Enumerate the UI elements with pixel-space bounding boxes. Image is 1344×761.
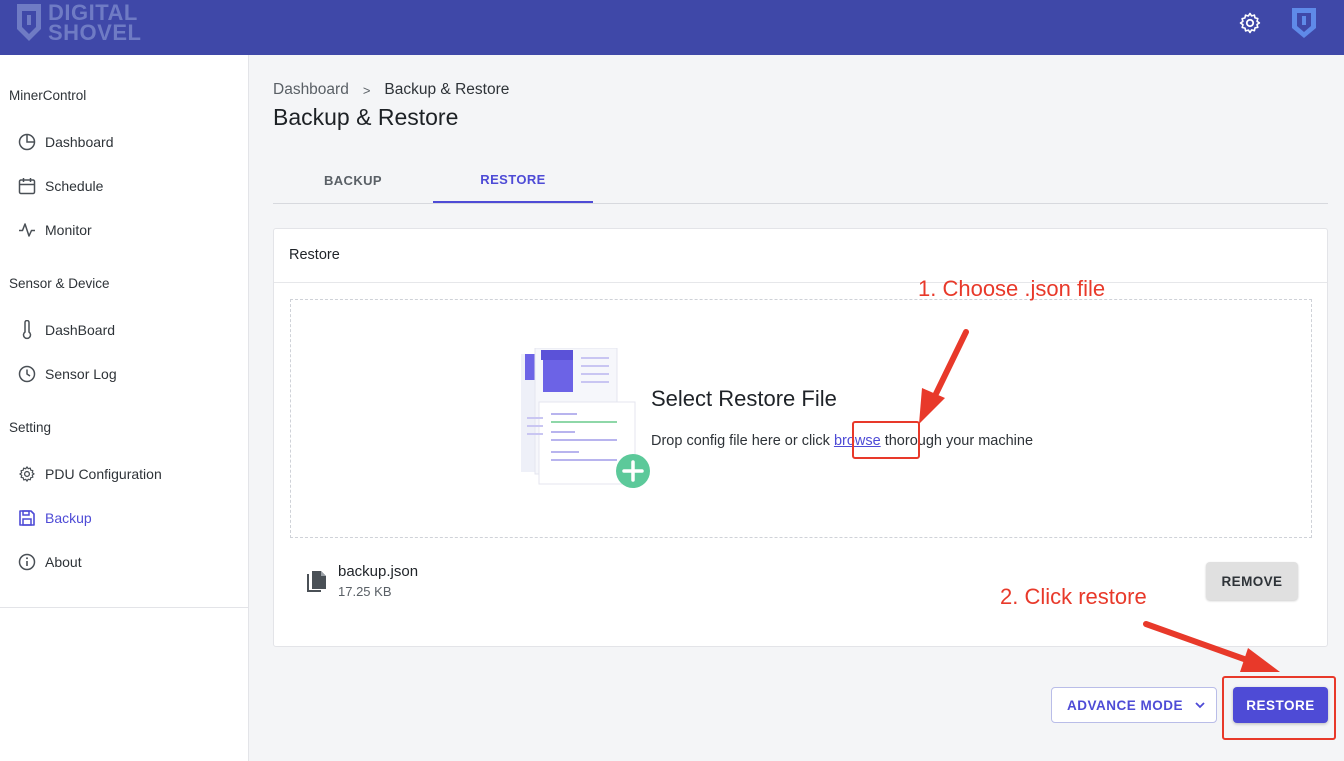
info-icon <box>17 552 37 572</box>
file-copy-icon <box>307 571 326 592</box>
sidebar: MinerControl Dashboard Schedule Monitor … <box>0 55 249 761</box>
page-title: Backup & Restore <box>273 104 459 130</box>
advance-mode-label: ADVANCE MODE <box>1067 697 1184 713</box>
breadcrumb-link-dashboard[interactable]: Dashboard <box>273 81 349 99</box>
restore-card: Restore Select Restore File Drop config … <box>273 228 1328 647</box>
selected-file-item: backup.json 17.25 KB <box>306 561 418 599</box>
brand-name: DIGITAL SHOVEL <box>48 2 142 45</box>
sidebar-item-sensor-log[interactable]: Sensor Log <box>17 362 117 386</box>
breadcrumb: Dashboard > Backup & Restore <box>273 81 509 99</box>
sidebar-item-about[interactable]: About <box>17 550 82 574</box>
clock-icon <box>17 364 37 384</box>
gear-icon[interactable] <box>1238 11 1262 35</box>
sidebar-section-minercontrol: MinerControl <box>9 88 87 103</box>
card-header: Restore <box>274 229 1327 283</box>
dropzone-text-before: Drop config file here or click <box>651 433 834 449</box>
sidebar-item-label: About <box>45 554 82 570</box>
remove-file-button[interactable]: REMOVE <box>1206 562 1298 600</box>
brand-name-line2: SHOVEL <box>48 20 142 45</box>
thermometer-icon <box>17 320 37 340</box>
sidebar-item-label: Schedule <box>45 178 104 194</box>
upload-files-illustration-icon <box>521 348 650 488</box>
file-size: 17.25 KB <box>338 584 392 599</box>
sidebar-item-monitor[interactable]: Monitor <box>17 218 92 242</box>
tab-bar: BACKUP RESTORE <box>273 157 1328 204</box>
sidebar-item-sensor-dashboard[interactable]: DashBoard <box>17 318 115 342</box>
file-dropzone[interactable]: Select Restore File Drop config file her… <box>290 299 1312 538</box>
sidebar-item-label: Backup <box>45 510 92 526</box>
sidebar-divider <box>0 607 248 608</box>
brand-logo[interactable]: DIGITAL SHOVEL <box>16 2 142 45</box>
sidebar-item-label: Sensor Log <box>45 366 117 382</box>
file-name: backup.json <box>338 563 419 580</box>
sidebar-item-label: Dashboard <box>45 134 114 150</box>
dropzone-heading: Select Restore File <box>651 386 837 411</box>
gear-icon <box>17 464 37 484</box>
annotation-highlight-browse <box>852 421 920 459</box>
annotation-step2-text: 2. Click restore <box>1000 584 1147 609</box>
dropzone-description: Drop config file here or click browse th… <box>651 433 1033 449</box>
sidebar-section-sensor-device: Sensor & Device <box>9 276 110 291</box>
top-app-bar: DIGITAL SHOVEL <box>0 0 1344 55</box>
pie-chart-icon <box>17 132 37 152</box>
sidebar-item-label: Monitor <box>45 222 92 238</box>
annotation-step1-text: 1. Choose .json file <box>918 276 1106 301</box>
breadcrumb-current: Backup & Restore <box>384 81 510 98</box>
sidebar-item-label: DashBoard <box>45 322 116 338</box>
shield-logo-icon <box>17 4 41 41</box>
sidebar-item-label: PDU Configuration <box>45 466 162 482</box>
card-title: Restore <box>289 247 340 263</box>
sidebar-section-setting: Setting <box>9 420 52 435</box>
pulse-icon <box>17 220 37 240</box>
chevron-down-icon <box>1195 702 1205 709</box>
advance-mode-dropdown-button[interactable]: ADVANCE MODE <box>1051 687 1217 723</box>
calendar-icon <box>17 176 37 196</box>
account-shield-icon[interactable] <box>1291 7 1317 39</box>
tab-restore[interactable]: RESTORE <box>433 157 593 203</box>
sidebar-item-pdu-configuration[interactable]: PDU Configuration <box>17 462 162 486</box>
floppy-disk-icon <box>17 508 37 528</box>
annotation-highlight-restore <box>1222 676 1336 740</box>
tab-backup[interactable]: BACKUP <box>273 157 433 203</box>
sidebar-item-dashboard[interactable]: Dashboard <box>17 130 114 154</box>
sidebar-item-schedule[interactable]: Schedule <box>17 174 103 198</box>
breadcrumb-separator-icon: > <box>362 82 371 98</box>
sidebar-item-backup[interactable]: Backup <box>17 506 92 530</box>
